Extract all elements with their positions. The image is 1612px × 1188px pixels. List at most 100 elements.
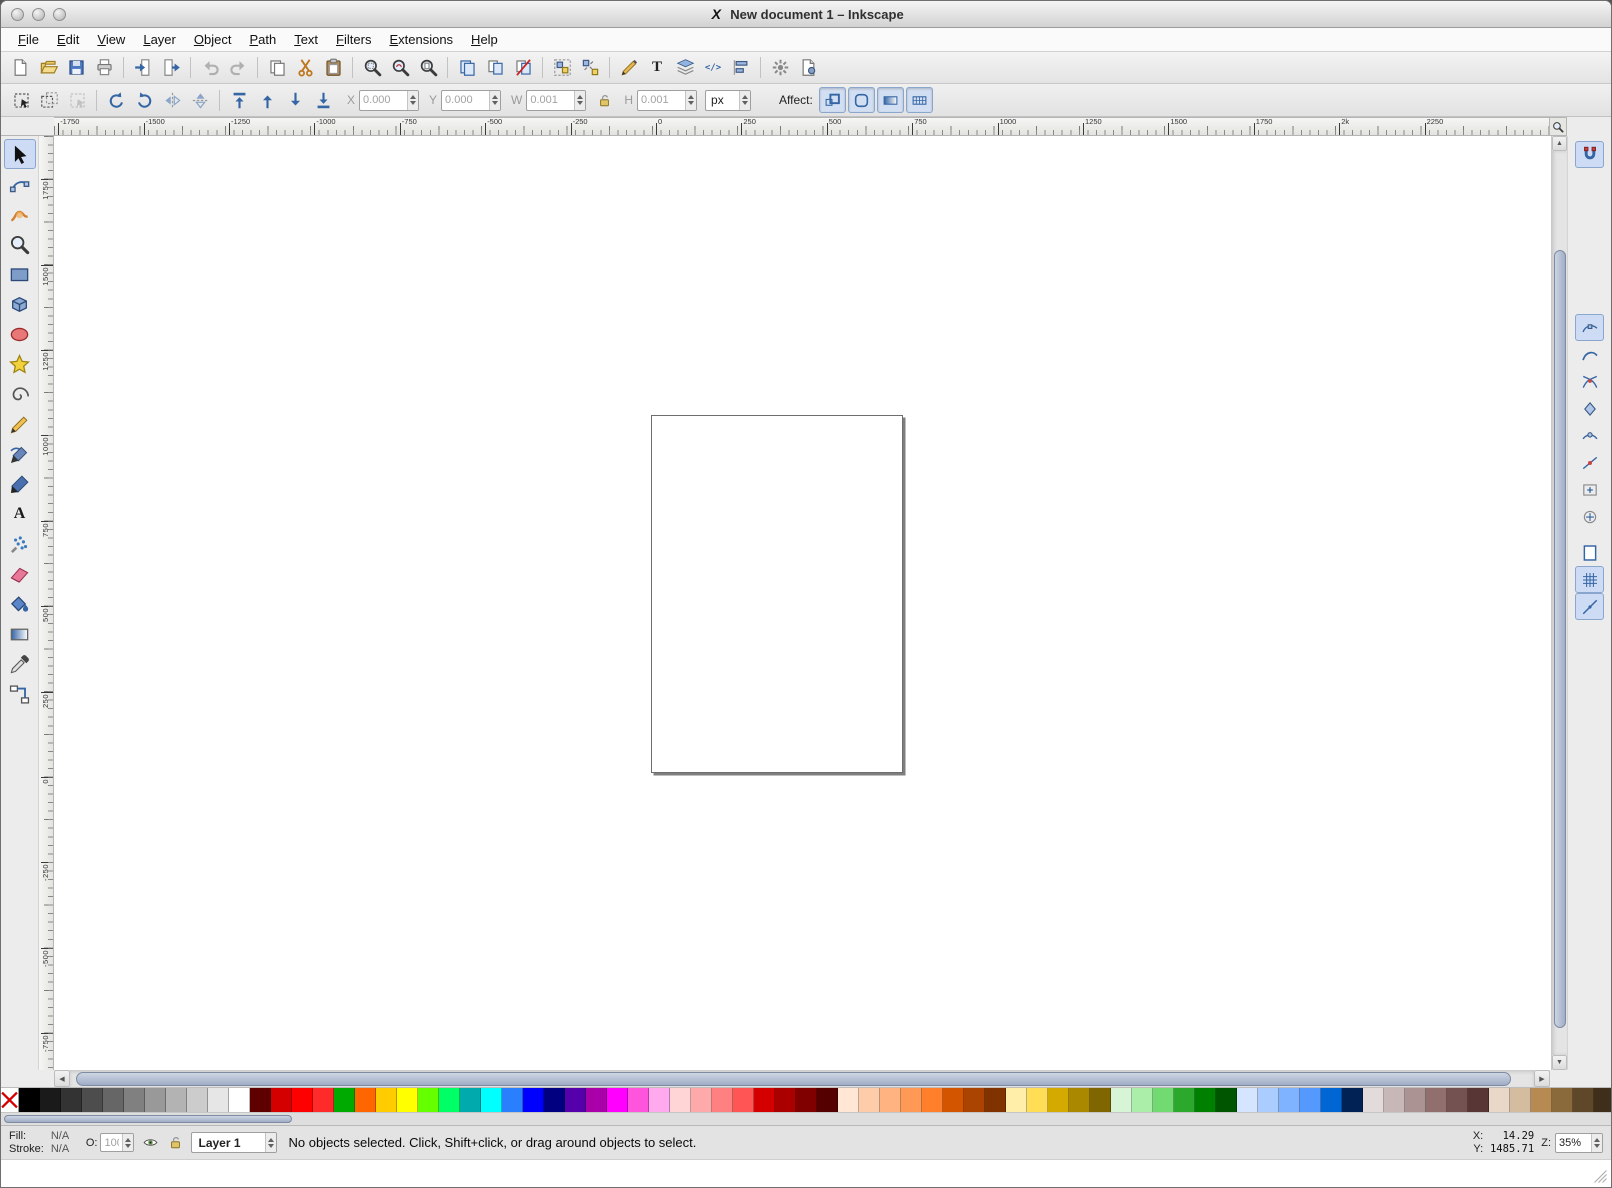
palette-swatch[interactable]: [1069, 1088, 1090, 1112]
palette-swatch[interactable]: [1132, 1088, 1153, 1112]
affect-gradients-toggle[interactable]: [877, 87, 904, 113]
palette-swatch[interactable]: [1531, 1088, 1552, 1112]
select-all-button[interactable]: [7, 87, 35, 114]
x-input[interactable]: [359, 90, 419, 111]
save-document-button[interactable]: [62, 54, 90, 81]
affect-patterns-toggle[interactable]: [906, 87, 933, 113]
palette-swatch[interactable]: [61, 1088, 82, 1112]
palette-swatch[interactable]: [901, 1088, 922, 1112]
palette-swatch[interactable]: [1237, 1088, 1258, 1112]
palette-swatch[interactable]: [250, 1088, 271, 1112]
palette-swatch[interactable]: [502, 1088, 523, 1112]
snap-path-button[interactable]: [1575, 341, 1604, 368]
palette-swatch[interactable]: [817, 1088, 838, 1112]
menu-file[interactable]: File: [9, 29, 48, 50]
palette-swatch[interactable]: [229, 1088, 250, 1112]
palette-scrollbar[interactable]: [1, 1112, 1611, 1125]
zoom-page-button[interactable]: [414, 54, 442, 81]
fill-value[interactable]: N/A: [51, 1130, 79, 1142]
w-input[interactable]: [526, 90, 586, 111]
palette-swatch[interactable]: [544, 1088, 565, 1112]
palette-swatch[interactable]: [376, 1088, 397, 1112]
palette-swatch[interactable]: [1573, 1088, 1594, 1112]
palette-swatch[interactable]: [208, 1088, 229, 1112]
vertical-scroll-track[interactable]: [1552, 151, 1567, 1055]
opacity-spinner[interactable]: [122, 1134, 133, 1151]
eraser-tool[interactable]: [4, 559, 36, 589]
snap-grid-button[interactable]: [1575, 566, 1604, 593]
preferences-button[interactable]: [766, 54, 794, 81]
affect-stroke-width-toggle[interactable]: [819, 87, 846, 113]
menu-help[interactable]: Help: [462, 29, 507, 50]
spiral-tool[interactable]: [4, 379, 36, 409]
pencil-tool[interactable]: [4, 409, 36, 439]
horizontal-scroll-thumb[interactable]: [76, 1072, 1511, 1086]
palette-swatch[interactable]: [1384, 1088, 1405, 1112]
palette-swatch[interactable]: [922, 1088, 943, 1112]
palette-swatch[interactable]: [1489, 1088, 1510, 1112]
duplicate-button[interactable]: [453, 54, 481, 81]
vertical-scroll-thumb[interactable]: [1554, 250, 1566, 1027]
menu-view[interactable]: View: [88, 29, 134, 50]
palette-swatch[interactable]: [124, 1088, 145, 1112]
palette-swatch[interactable]: [1153, 1088, 1174, 1112]
ungroup-button[interactable]: [576, 54, 604, 81]
menu-layer[interactable]: Layer: [134, 29, 185, 50]
palette-swatch[interactable]: [418, 1088, 439, 1112]
snap-object-center-button[interactable]: [1575, 476, 1604, 503]
snap-nodes-button[interactable]: [1575, 314, 1604, 341]
palette-swatch[interactable]: [1195, 1088, 1216, 1112]
y-input[interactable]: [441, 90, 501, 111]
palette-scroll-thumb[interactable]: [4, 1115, 292, 1123]
scroll-up-arrow[interactable]: ▲: [1552, 136, 1567, 151]
menu-text[interactable]: Text: [285, 29, 327, 50]
opacity-input[interactable]: [100, 1133, 134, 1152]
zoom-drawing-button[interactable]: [386, 54, 414, 81]
palette-swatch[interactable]: [1174, 1088, 1195, 1112]
palette-swatch[interactable]: [1321, 1088, 1342, 1112]
palette-swatch[interactable]: [187, 1088, 208, 1112]
connector-tool[interactable]: [4, 679, 36, 709]
lower-button[interactable]: [281, 87, 309, 114]
palette-swatch[interactable]: [1216, 1088, 1237, 1112]
w-value[interactable]: [527, 91, 574, 110]
box3d-tool[interactable]: [4, 289, 36, 319]
paint-bucket-tool[interactable]: [4, 589, 36, 619]
gradient-tool[interactable]: [4, 619, 36, 649]
menu-path[interactable]: Path: [240, 29, 285, 50]
palette-swatch[interactable]: [1405, 1088, 1426, 1112]
palette-swatch[interactable]: [1552, 1088, 1573, 1112]
snap-smooth-node-button[interactable]: [1575, 422, 1604, 449]
palette-swatch[interactable]: [565, 1088, 586, 1112]
text-tool[interactable]: A: [4, 499, 36, 529]
palette-swatch[interactable]: [1426, 1088, 1447, 1112]
palette-swatch[interactable]: [985, 1088, 1006, 1112]
titlebar[interactable]: X New document 1 – Inkscape: [1, 1, 1611, 28]
palette-swatch[interactable]: [964, 1088, 985, 1112]
align-dialog-button[interactable]: [727, 54, 755, 81]
rotate-ccw-button[interactable]: [102, 87, 130, 114]
layer-visibility-icon[interactable]: [141, 1134, 159, 1152]
undo-button[interactable]: [196, 54, 224, 81]
palette-swatch[interactable]: [82, 1088, 103, 1112]
palette-swatch[interactable]: [796, 1088, 817, 1112]
palette-swatch[interactable]: [1510, 1088, 1531, 1112]
calligraphy-tool[interactable]: [4, 469, 36, 499]
palette-swatch[interactable]: [628, 1088, 649, 1112]
palette-swatch[interactable]: [439, 1088, 460, 1112]
snap-rotation-center-button[interactable]: [1575, 503, 1604, 530]
palette-swatch[interactable]: [166, 1088, 187, 1112]
palette-swatch[interactable]: [1279, 1088, 1300, 1112]
rotate-cw-button[interactable]: [130, 87, 158, 114]
h-value[interactable]: [638, 91, 685, 110]
palette-swatch[interactable]: [691, 1088, 712, 1112]
palette-swatch[interactable]: [103, 1088, 124, 1112]
layer-lock-icon[interactable]: [166, 1134, 184, 1152]
palette-swatch[interactable]: [586, 1088, 607, 1112]
open-document-button[interactable]: [34, 54, 62, 81]
create-clone-button[interactable]: [481, 54, 509, 81]
x-spinner[interactable]: [407, 91, 418, 110]
dropper-tool[interactable]: [4, 649, 36, 679]
print-button[interactable]: [90, 54, 118, 81]
palette-swatch[interactable]: [355, 1088, 376, 1112]
